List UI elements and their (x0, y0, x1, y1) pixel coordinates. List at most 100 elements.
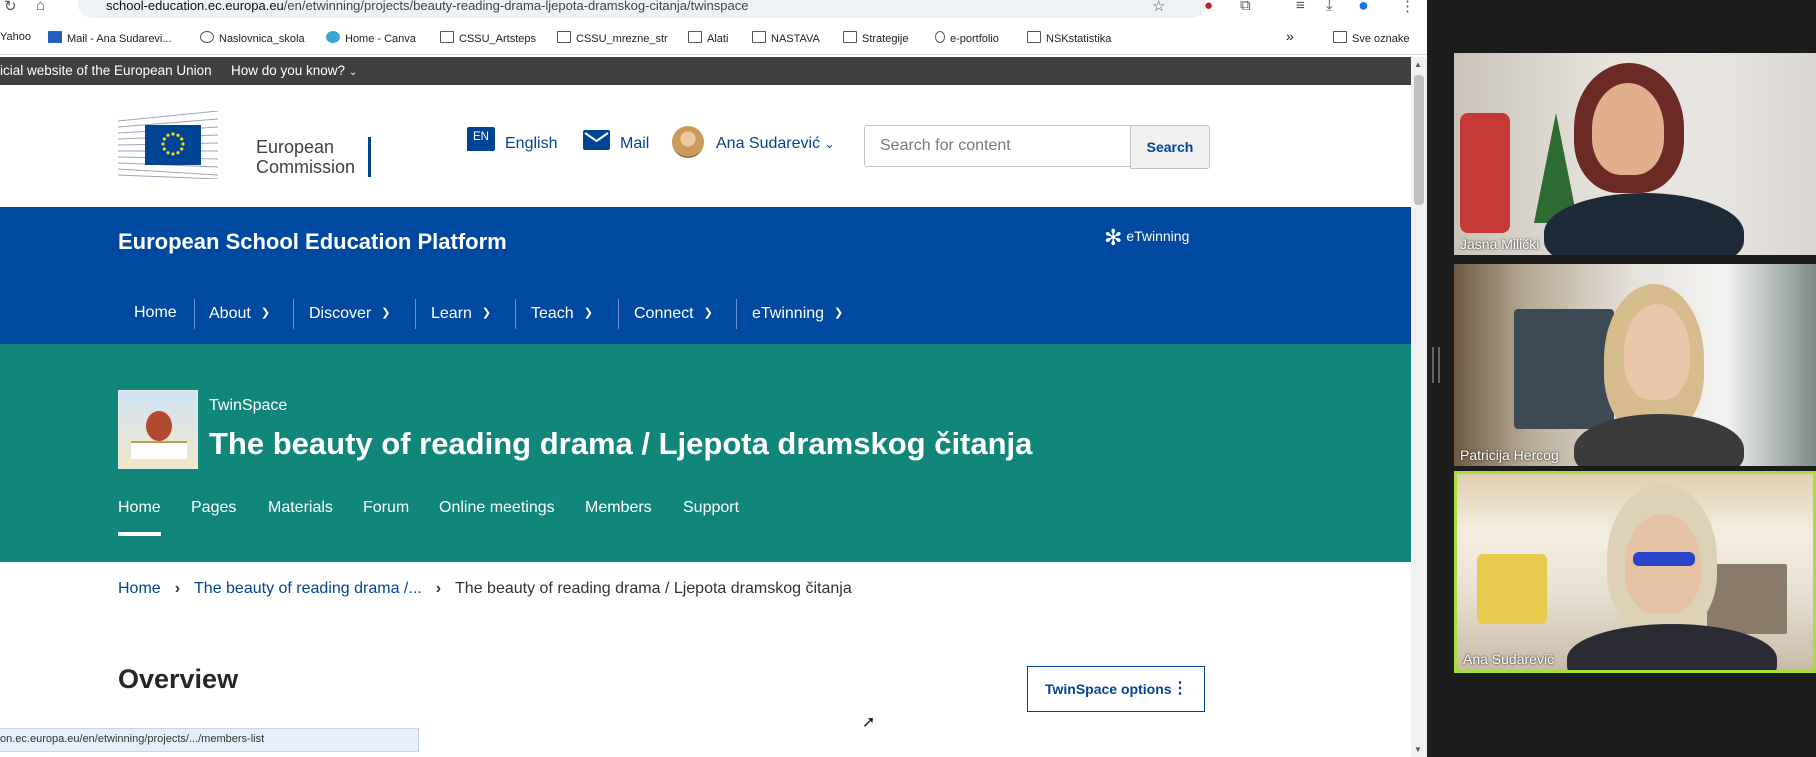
url-field[interactable]: school-education.ec.europa.eu/en/etwinni… (78, 0, 1206, 18)
video-tile[interactable]: Jasna Milički (1454, 53, 1816, 255)
tab-home[interactable]: Home (118, 499, 161, 536)
menu-kebab-icon[interactable]: ⋮ (1400, 0, 1415, 15)
background-shelf (1707, 564, 1787, 634)
outlook-icon (48, 31, 62, 43)
bookmark-star-icon[interactable]: ☆ (1152, 0, 1165, 15)
participant-glasses (1633, 552, 1695, 566)
reload-icon[interactable]: ↻ (4, 0, 17, 15)
background-board (1514, 309, 1614, 429)
address-bar: ↻ ⌂ school-education.ec.europa.eu/en/etw… (0, 0, 1427, 22)
nav-about[interactable]: About ❯ (209, 297, 270, 329)
tab-members[interactable]: Members (585, 499, 652, 517)
participant-body (1544, 193, 1744, 255)
extension-icon[interactable]: ● (1204, 0, 1213, 14)
reading-list-icon[interactable]: ≡ (1296, 0, 1305, 14)
language-selector[interactable]: English (505, 135, 557, 153)
chevron-down-icon: ❯ (481, 307, 492, 319)
eu-flag-icon (145, 125, 201, 165)
bookmark-item[interactable]: Home - Canva (326, 31, 416, 45)
avatar[interactable] (672, 126, 704, 158)
mail-icon[interactable] (583, 130, 610, 150)
breadcrumb-home[interactable]: Home (118, 580, 161, 597)
how-do-you-know-link[interactable]: How do you know? ⌄ (231, 57, 357, 87)
bookmark-item[interactable]: Strategije (843, 31, 908, 45)
portfolio-icon (935, 31, 945, 43)
all-bookmarks-folder[interactable]: Sve oznake (1333, 31, 1409, 45)
tab-online-meetings[interactable]: Online meetings (439, 499, 555, 517)
european-commission-logo[interactable]: European Commission (118, 111, 378, 181)
download-icon[interactable]: ⤓ (1326, 0, 1333, 14)
status-bar: on.ec.europa.eu/en/etwinning/projects/..… (0, 728, 419, 752)
bookmark-item[interactable]: Alati (688, 31, 728, 45)
tab-forum[interactable]: Forum (363, 499, 409, 517)
page-scrollbar[interactable]: ▲ ▼ (1411, 57, 1427, 757)
nav-discover[interactable]: Discover ❯ (309, 297, 390, 329)
stats-icon (1027, 31, 1041, 43)
tab-support[interactable]: Support (683, 499, 739, 517)
eu-official-bar: icial website of the European Union How … (0, 57, 1411, 85)
chevron-right-icon: › (174, 580, 181, 597)
bookmark-item[interactable]: NASTAVA (752, 31, 820, 45)
participant-face (1624, 304, 1690, 400)
tab-materials[interactable]: Materials (268, 499, 333, 517)
video-tile-active[interactable]: Ana Sudarević (1454, 471, 1816, 673)
bookmarks-overflow-button[interactable]: » (1286, 28, 1294, 44)
twinspace-options-button[interactable]: TwinSpace options ⋮ (1027, 666, 1205, 712)
scrollbar-thumb[interactable] (1414, 75, 1424, 205)
video-tile[interactable]: Patricija Hercog (1454, 264, 1816, 466)
nav-home[interactable]: Home (134, 297, 177, 329)
extensions-puzzle-icon[interactable]: ⧉ (1240, 0, 1251, 14)
participant-face (1592, 83, 1664, 175)
thumbnail-figure (146, 411, 172, 441)
home-icon[interactable]: ⌂ (36, 0, 45, 14)
browser-window: ↻ ⌂ school-education.ec.europa.eu/en/etw… (0, 0, 1427, 757)
breadcrumb: Home › The beauty of reading drama /... › Th… (118, 580, 852, 598)
canva-icon (326, 31, 340, 43)
search-input[interactable]: Search for content (864, 125, 1146, 167)
twinspace-label: TwinSpace (209, 397, 288, 414)
nav-connect[interactable]: Connect ❯ (634, 297, 713, 329)
bookmark-item[interactable]: CSSU_Artsteps (440, 31, 536, 45)
chevron-right-icon: › (435, 580, 442, 597)
scroll-down-icon[interactable]: ▼ (1414, 745, 1422, 754)
user-menu[interactable]: Ana Sudarević ⌄ (716, 135, 835, 153)
bookmark-item[interactable]: e-portfolio (935, 31, 999, 45)
mouse-cursor-icon: ➚ (862, 714, 876, 731)
folder-icon (557, 31, 571, 43)
scroll-up-icon[interactable]: ▲ (1414, 60, 1422, 69)
thumbnail-book (131, 441, 187, 459)
tab-pages[interactable]: Pages (191, 499, 236, 517)
nav-divider (736, 299, 737, 329)
bookmark-item[interactable]: CSSU_mrezne_str (557, 31, 668, 45)
participant-name: Jasna Milički (1460, 236, 1540, 252)
language-code-badge[interactable]: EN (467, 127, 495, 151)
chevron-down-icon: ⌄ (824, 137, 835, 151)
folder-icon (1333, 31, 1347, 43)
nav-learn[interactable]: Learn ❯ (431, 297, 491, 329)
bookmark-item[interactable]: Mail - Ana Sudarevi... (48, 31, 172, 45)
etwinning-people-icon: ✻ (1104, 225, 1123, 250)
breadcrumb-parent[interactable]: The beauty of reading drama /... (194, 580, 422, 597)
platform-title[interactable]: European School Education Platform (118, 229, 507, 255)
bookmark-item[interactable]: Yahoo (0, 31, 31, 43)
etwinning-logo[interactable]: ✻ eTwinning (1104, 225, 1189, 251)
breadcrumb-current: The beauty of reading drama / Ljepota dr… (455, 580, 852, 597)
project-title: The beauty of reading drama / Ljepota dr… (209, 426, 1033, 461)
resize-handle-icon[interactable] (1432, 347, 1440, 383)
panel-divider[interactable] (1427, 0, 1448, 757)
profile-icon[interactable]: ● (1358, 0, 1369, 16)
chevron-down-icon: ❯ (260, 307, 271, 319)
overview-heading: Overview (118, 664, 239, 694)
kebab-menu-icon: ⋮ (1172, 680, 1188, 697)
web-page: icial website of the European Union How … (0, 57, 1411, 757)
platform-banner: European School Education Platform ✻ eTw… (0, 207, 1411, 344)
nav-teach[interactable]: Teach ❯ (531, 297, 593, 329)
logo-divider (368, 137, 371, 177)
bookmark-item[interactable]: NSKstatistika (1027, 31, 1111, 45)
search-button[interactable]: Search (1130, 125, 1210, 169)
nav-etwinning[interactable]: eTwinning ❯ (752, 297, 843, 329)
bookmark-item[interactable]: Naslovnica_skola (200, 31, 305, 45)
background-chair (1460, 113, 1510, 233)
participant-name: Patricija Hercog (1460, 447, 1559, 463)
mail-link[interactable]: Mail (620, 135, 649, 153)
